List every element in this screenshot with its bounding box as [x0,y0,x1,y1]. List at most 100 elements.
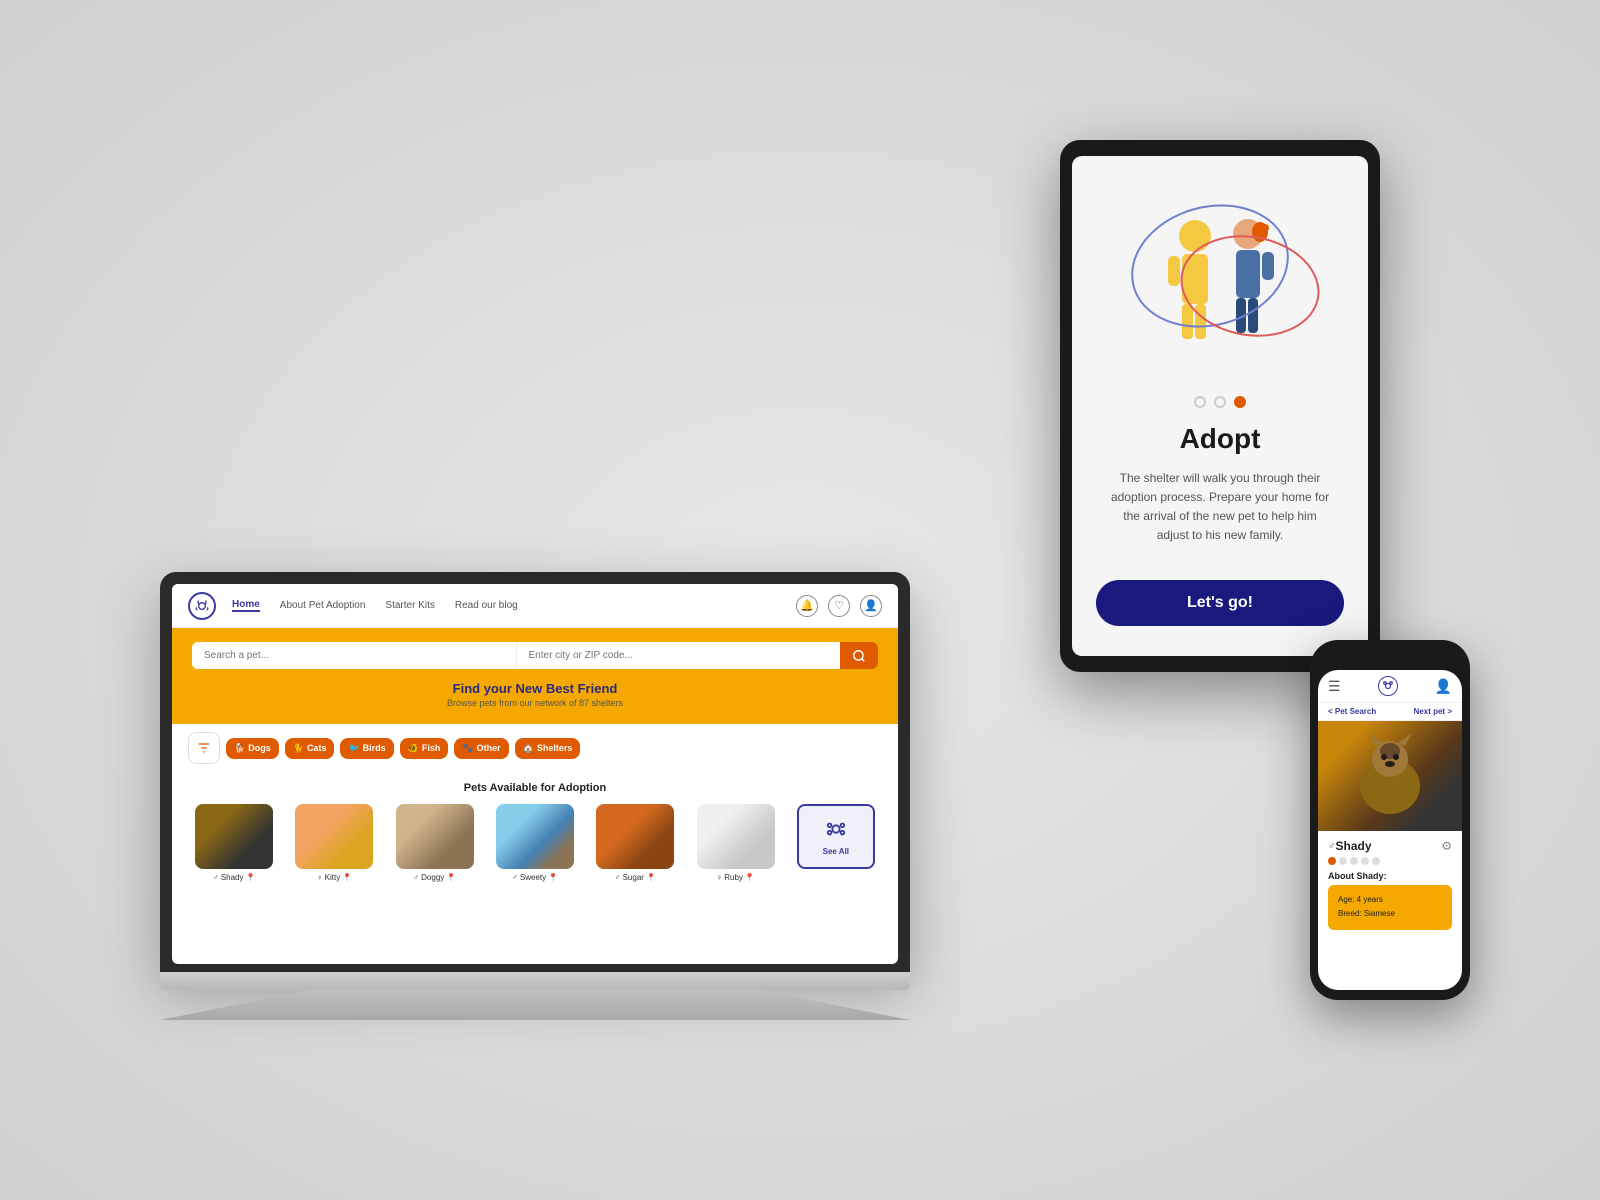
phone-back-nav[interactable]: < Pet Search [1328,707,1376,716]
phone-pet-name: Shady [1336,839,1372,853]
laptop-base [160,972,910,990]
pet-photo-sugar [596,804,674,869]
phone-pet-info: ♂ Shady ⚙ About Shady: Age: 4 years [1318,831,1462,938]
nav-starter[interactable]: Starter Kits [385,600,434,611]
nav-home[interactable]: Home [232,599,260,612]
fish-icon: 🐠 [408,743,419,754]
category-dogs[interactable]: 🐕 Dogs [226,738,279,759]
pet-name-sugar: ♂ Sugar 📍 [615,873,656,882]
pets-section: Pets Available for Adoption ♂ Shady 📍 [172,772,898,892]
dogs-icon: 🐕 [234,743,245,754]
category-fish[interactable]: 🐠 Fish [400,738,449,759]
rating-dot-1 [1328,857,1336,865]
scene: Home About Pet Adoption Starter Kits Rea… [100,100,1500,1100]
pet-photo-shady [195,804,273,869]
pet-card-kitty[interactable]: ♀ Kitty 📍 [288,804,380,882]
pet-name-sweety: ♂ Sweety 📍 [512,873,558,882]
category-other[interactable]: 🐾 Other [454,738,508,759]
tablet-body-text: The shelter will walk you through their … [1106,469,1334,546]
rating-dot-2 [1339,857,1347,865]
tablet-dot-3[interactable] [1234,396,1246,408]
filter-button[interactable] [188,732,220,764]
birds-icon: 🐦 [348,743,359,754]
nav-blog[interactable]: Read our blog [455,600,518,611]
phone-user-icon[interactable]: 👤 [1435,678,1452,695]
phone-pet-photo-svg [1340,731,1440,821]
search-zip-input[interactable] [517,642,841,669]
user-icon[interactable]: 👤 [860,595,882,617]
nav-icons: 🔔 ♡ 👤 [796,595,882,617]
tablet-content: Adopt The shelter will walk you through … [1096,408,1344,560]
pet-photo-sweety [496,804,574,869]
pet-photo-kitty [295,804,373,869]
pets-section-title: Pets Available for Adoption [188,782,882,794]
pet-name-ruby: ♀ Ruby 📍 [716,873,755,882]
phone-about-title: About Shady: [1328,871,1452,881]
tablet-cta-button[interactable]: Let's go! [1096,580,1344,626]
tablet-illustration [1110,186,1330,386]
tablet-screen: Adopt The shelter will walk you through … [1072,156,1368,656]
phone-device: ☰ 👤 < Pet Search Next pet > [1310,640,1470,1000]
nav-links: Home About Pet Adoption Starter Kits Rea… [232,599,796,612]
tablet-device: Adopt The shelter will walk you through … [1060,140,1380,672]
category-shelters[interactable]: 🏠 Shelters [515,738,581,759]
pet-name-doggy: ♂ Doggy 📍 [413,873,456,882]
laptop-screen-wrapper: Home About Pet Adoption Starter Kits Rea… [160,572,910,972]
other-label: Other [477,743,501,753]
pets-grid: ♂ Shady 📍 ♀ Kitty 📍 [188,804,882,882]
phone-gender-icon: ♂ [1328,841,1336,852]
phone-about-section: Age: 4 years Breed: Siamese [1328,885,1452,930]
fish-label: Fish [422,743,441,753]
phone-navbar: ☰ 👤 [1318,670,1462,703]
phone-settings-icon[interactable]: ⚙ [1441,839,1452,853]
phone-age: Age: 4 years [1338,893,1442,907]
tablet-dot-2[interactable] [1214,396,1226,408]
tablet-dot-1[interactable] [1194,396,1206,408]
search-button[interactable] [840,642,878,669]
phone-frame: ☰ 👤 < Pet Search Next pet > [1310,640,1470,1000]
shelters-label: Shelters [537,743,573,753]
phone-next-nav[interactable]: Next pet > [1414,707,1452,716]
nav-about[interactable]: About Pet Adoption [280,600,366,611]
app-logo-icon [188,592,216,620]
phone-menu-icon[interactable]: ☰ [1328,678,1341,695]
search-pet-input[interactable] [192,642,517,669]
cats-icon: 🐈 [293,743,304,754]
pet-card-see-all[interactable]: See All [790,804,882,869]
other-icon: 🐾 [462,743,473,754]
hero-title: Find your New Best Friend [192,681,878,696]
pet-card-ruby[interactable]: ♀ Ruby 📍 [689,804,781,882]
birds-label: Birds [363,743,386,753]
pet-card-doggy[interactable]: ♂ Doggy 📍 [389,804,481,882]
phone-notch [1360,650,1420,666]
laptop-screen: Home About Pet Adoption Starter Kits Rea… [172,584,898,964]
shelters-icon: 🏠 [523,743,534,754]
phone-breed: Breed: Siamese [1338,907,1442,921]
rating-dot-4 [1361,857,1369,865]
see-all-button[interactable]: See All [797,804,875,869]
rating-dot-5 [1372,857,1380,865]
category-birds[interactable]: 🐦 Birds [340,738,393,759]
phone-pet-photo [1318,721,1462,831]
pet-card-sugar[interactable]: ♂ Sugar 📍 [589,804,681,882]
hero-section: Find your New Best Friend Browse pets fr… [172,628,898,724]
laptop-stand [160,990,910,1020]
tablet-frame: Adopt The shelter will walk you through … [1060,140,1380,672]
phone-pet-name-row: ♂ Shady ⚙ [1328,839,1452,853]
see-all-paw-icon [825,818,847,845]
cats-label: Cats [307,743,327,753]
favorites-icon[interactable]: ♡ [828,595,850,617]
tablet-heading: Adopt [1180,423,1261,455]
pet-card-shady[interactable]: ♂ Shady 📍 [188,804,280,882]
category-cats[interactable]: 🐈 Cats [285,738,335,759]
phone-sub-nav: < Pet Search Next pet > [1318,703,1462,721]
see-all-label: See All [823,847,849,856]
pet-card-sweety[interactable]: ♂ Sweety 📍 [489,804,581,882]
pet-name-shady: ♂ Shady 📍 [213,873,256,882]
categories-bar: 🐕 Dogs 🐈 Cats 🐦 Birds 🐠 Fish [172,724,898,772]
pet-photo-ruby [697,804,775,869]
notification-icon[interactable]: 🔔 [796,595,818,617]
hero-text: Find your New Best Friend Browse pets fr… [192,681,878,708]
app-navbar: Home About Pet Adoption Starter Kits Rea… [172,584,898,628]
phone-app-logo [1378,676,1398,696]
